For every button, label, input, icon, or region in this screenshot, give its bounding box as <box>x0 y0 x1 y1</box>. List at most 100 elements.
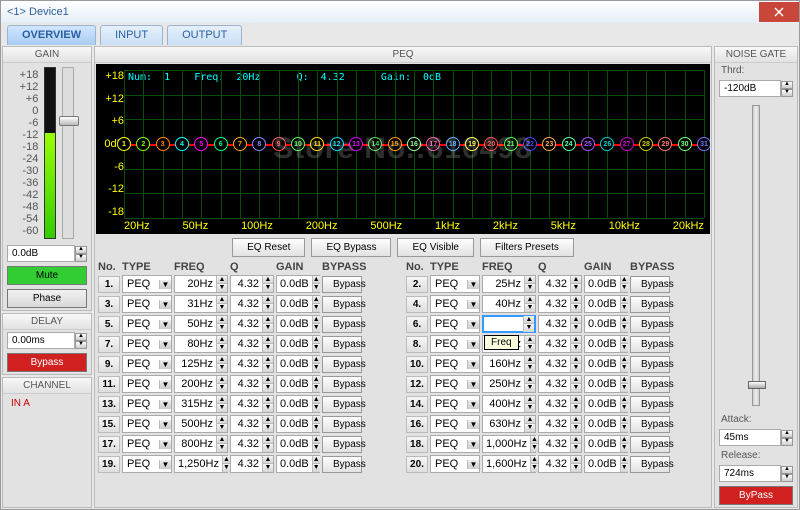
gain-input[interactable]: 0.0dB▲▼ <box>276 435 320 453</box>
delay-spin-up[interactable]: ▲ <box>75 333 87 341</box>
eq-visible-button[interactable]: EQ Visible <box>397 238 474 257</box>
gain-input[interactable]: 0.0dB▲▼ <box>276 355 320 373</box>
q-input[interactable]: 4.32▲▼ <box>538 455 582 473</box>
type-dropdown-icon[interactable]: ▼ <box>159 340 171 349</box>
gain-spin-down[interactable]: ▼ <box>75 254 87 262</box>
eq-reset-button[interactable]: EQ Reset <box>232 238 305 257</box>
gain-slider-thumb[interactable] <box>59 116 79 126</box>
filter-bypass-button[interactable]: Bypass <box>630 376 670 393</box>
freq-input[interactable]: 630Hz▲▼ <box>482 415 536 433</box>
filter-bypass-button[interactable]: Bypass <box>322 276 362 293</box>
type-dropdown-icon[interactable]: ▼ <box>467 380 479 389</box>
type-dropdown-icon[interactable]: ▼ <box>467 280 479 289</box>
peq-node-26[interactable]: 26 <box>600 137 614 151</box>
thrd-spin-up[interactable]: ▲ <box>781 81 793 89</box>
gain-input[interactable]: 0.0dB▲▼ <box>276 295 320 313</box>
type-dropdown-icon[interactable]: ▼ <box>159 320 171 329</box>
type-dropdown-icon[interactable]: ▼ <box>467 460 479 469</box>
type-select[interactable]: PEQ▼ <box>122 275 172 293</box>
peq-node-8[interactable]: 8 <box>252 137 266 151</box>
attack-spin-up[interactable]: ▲ <box>781 430 793 438</box>
freq-input[interactable]: 315Hz▲▼ <box>174 395 228 413</box>
type-dropdown-icon[interactable]: ▼ <box>467 420 479 429</box>
type-select[interactable]: PEQ▼ <box>430 415 480 433</box>
gain-input[interactable]: 0.0dB▲▼ <box>276 315 320 333</box>
freq-input[interactable]: 1,600Hz▲▼ <box>482 455 536 473</box>
filter-bypass-button[interactable]: Bypass <box>322 316 362 333</box>
freq-input[interactable]: 1,250Hz▲▼ <box>174 455 228 473</box>
q-input[interactable]: 4.32▲▼ <box>538 375 582 393</box>
tab-overview[interactable]: OVERVIEW <box>7 25 96 45</box>
gain-input[interactable]: 0.0dB▲▼ <box>584 315 628 333</box>
tab-output[interactable]: OUTPUT <box>167 25 242 45</box>
type-dropdown-icon[interactable]: ▼ <box>467 300 479 309</box>
freq-input[interactable]: 250Hz▲▼ <box>482 375 536 393</box>
freq-input[interactable]: ▲▼Freq <box>482 315 536 333</box>
type-select[interactable]: PEQ▼ <box>122 455 172 473</box>
release-spin-down[interactable]: ▼ <box>781 474 793 482</box>
gain-input[interactable]: 0.0dB▲▼ <box>584 455 628 473</box>
close-button[interactable] <box>759 2 799 22</box>
type-dropdown-icon[interactable]: ▼ <box>467 320 479 329</box>
type-dropdown-icon[interactable]: ▼ <box>159 440 171 449</box>
freq-input[interactable]: 400Hz▲▼ <box>482 395 536 413</box>
q-input[interactable]: 4.32▲▼ <box>230 295 274 313</box>
type-dropdown-icon[interactable]: ▼ <box>159 420 171 429</box>
q-input[interactable]: 4.32▲▼ <box>538 295 582 313</box>
filter-bypass-button[interactable]: Bypass <box>322 376 362 393</box>
gain-input[interactable]: 0.0dB▲▼ <box>276 455 320 473</box>
peq-node-6[interactable]: 6 <box>214 137 228 151</box>
peq-node-30[interactable]: 30 <box>678 137 692 151</box>
peq-node-28[interactable]: 28 <box>639 137 653 151</box>
q-input[interactable]: 4.32▲▼ <box>230 375 274 393</box>
gain-input[interactable]: 0.0dB▲▼ <box>584 275 628 293</box>
peq-node-25[interactable]: 25 <box>581 137 595 151</box>
filter-bypass-button[interactable]: Bypass <box>630 276 670 293</box>
filter-bypass-button[interactable]: Bypass <box>630 296 670 313</box>
tab-input[interactable]: INPUT <box>100 25 163 45</box>
freq-input[interactable]: 125Hz▲▼ <box>174 355 228 373</box>
type-dropdown-icon[interactable]: ▼ <box>467 340 479 349</box>
gain-input[interactable]: 0.0dB▲▼ <box>584 375 628 393</box>
filter-bypass-button[interactable]: Bypass <box>630 436 670 453</box>
filters-presets-button[interactable]: Filters Presets <box>480 238 574 257</box>
type-select[interactable]: PEQ▼ <box>430 375 480 393</box>
type-select[interactable]: PEQ▼ <box>122 375 172 393</box>
type-select[interactable]: PEQ▼ <box>430 315 480 333</box>
type-dropdown-icon[interactable]: ▼ <box>159 360 171 369</box>
thrd-spin-down[interactable]: ▼ <box>781 89 793 97</box>
filter-bypass-button[interactable]: Bypass <box>322 336 362 353</box>
q-input[interactable]: 4.32▲▼ <box>230 415 274 433</box>
filter-bypass-button[interactable]: Bypass <box>322 416 362 433</box>
gain-input[interactable]: 0.0dB▲▼ <box>584 355 628 373</box>
thrd-input[interactable] <box>719 80 781 97</box>
type-select[interactable]: PEQ▼ <box>122 435 172 453</box>
freq-input[interactable]: 20Hz▲▼ <box>174 275 228 293</box>
freq-input[interactable]: 40Hz▲▼ <box>482 295 536 313</box>
q-input[interactable]: 4.32▲▼ <box>538 355 582 373</box>
type-dropdown-icon[interactable]: ▼ <box>159 460 171 469</box>
q-input[interactable]: 4.32▲▼ <box>538 315 582 333</box>
filter-bypass-button[interactable]: Bypass <box>322 396 362 413</box>
gain-input[interactable]: 0.0dB▲▼ <box>584 415 628 433</box>
attack-spin-down[interactable]: ▼ <box>781 438 793 446</box>
peq-graph[interactable]: Num: 1 Freq: 20Hz Q: 4.32 Gain: 0dB +18+… <box>96 64 710 234</box>
peq-node-23[interactable]: 23 <box>542 137 556 151</box>
type-select[interactable]: PEQ▼ <box>122 315 172 333</box>
gain-input[interactable]: 0.0dB▲▼ <box>276 275 320 293</box>
gain-input[interactable]: 0.0dB▲▼ <box>584 335 628 353</box>
type-select[interactable]: PEQ▼ <box>430 435 480 453</box>
release-spin-up[interactable]: ▲ <box>781 466 793 474</box>
filter-bypass-button[interactable]: Bypass <box>322 356 362 373</box>
attack-input[interactable] <box>719 429 781 446</box>
type-dropdown-icon[interactable]: ▼ <box>159 280 171 289</box>
type-select[interactable]: PEQ▼ <box>122 335 172 353</box>
type-dropdown-icon[interactable]: ▼ <box>159 380 171 389</box>
peq-node-5[interactable]: 5 <box>194 137 208 151</box>
noise-slider-thumb[interactable] <box>748 381 766 389</box>
freq-input[interactable]: 500Hz▲▼ <box>174 415 228 433</box>
filter-bypass-button[interactable]: Bypass <box>322 436 362 453</box>
q-input[interactable]: 4.32▲▼ <box>230 455 274 473</box>
peq-node-24[interactable]: 24 <box>562 137 576 151</box>
peq-node-31[interactable]: 31 <box>697 137 710 151</box>
